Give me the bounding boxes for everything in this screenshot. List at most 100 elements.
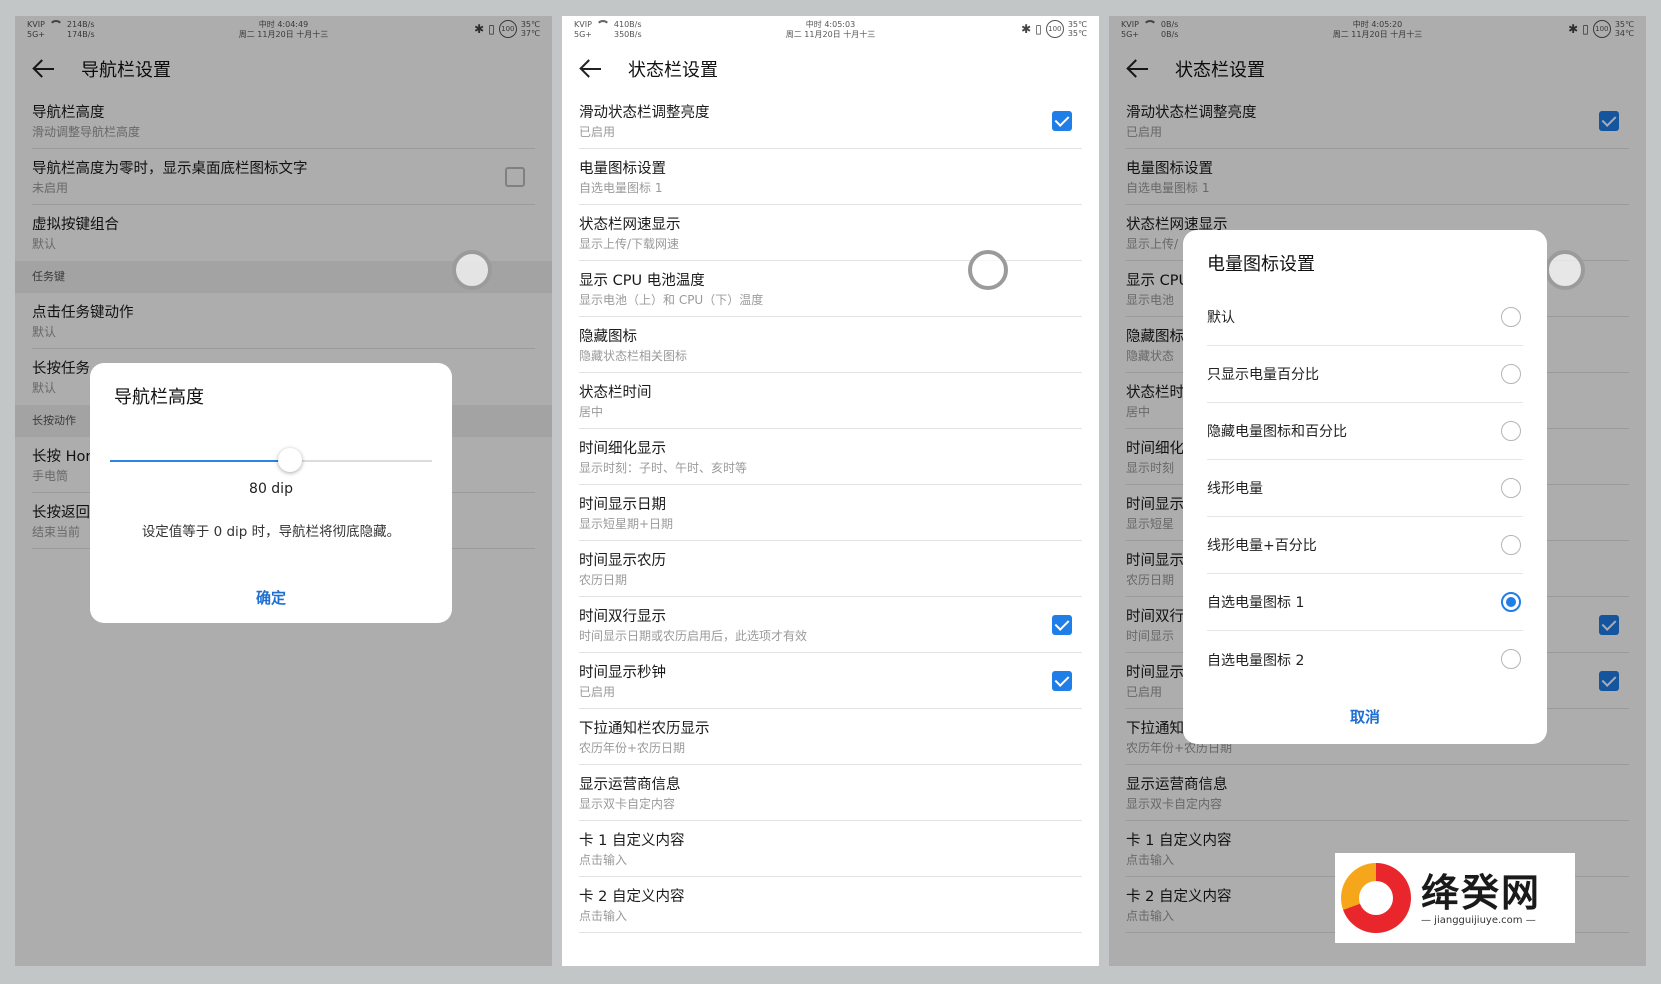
setting-row[interactable]: 显示运营商信息 显示双卡自定内容 (579, 765, 1082, 821)
setting-row[interactable]: 卡 1 自定义内容 点击输入 (579, 821, 1082, 877)
touch-indicator (452, 250, 492, 290)
slider-value-label: 80 dip (249, 481, 293, 497)
back-arrow-icon[interactable] (580, 59, 602, 79)
dialog-title: 导航栏高度 (114, 387, 204, 408)
dialog-note: 设定值等于 0 dip 时，导航栏将彻底隐藏。 (141, 524, 401, 540)
setting-row[interactable]: 隐藏图标隐藏状态栏相关图标 (579, 317, 1082, 373)
setting-subtitle: 隐藏状态栏相关图标 (579, 349, 688, 363)
battery-option[interactable]: 只显示电量百分比 (1207, 346, 1523, 403)
settings-list: 滑动状态栏调整亮度 已启用 电量图标设置 自选电量图标 1 状态栏网速显示 显示上传/下载… (562, 93, 1099, 933)
navbar-settings-screen: KVIP 214B/s 5G+ 174B/s 中时 4:04:49 周二 11月20… (15, 16, 552, 966)
setting-row[interactable]: 时间显示秒钟 已启用 (579, 653, 1082, 709)
battery-option-label: 线形电量+百分比 (1207, 538, 1317, 554)
statusbar-settings-screen: KVIP 410B/s 5G+ 350B/s 中时 4:05:03 周二 11月20… (562, 16, 1099, 966)
app-bar: 状态栏设置 (562, 45, 1099, 93)
setting-row[interactable]: 滑动状态栏调整亮度 已启用 (579, 93, 1082, 149)
setting-subtitle: 自选电量图标 1 (579, 181, 663, 195)
setting-title: 卡 2 自定义内容 (579, 889, 685, 905)
site-logo-icon (1341, 863, 1411, 933)
slider-fill (110, 460, 291, 462)
bluetooth-icon: ✱ (1021, 22, 1032, 36)
touch-indicator (968, 250, 1008, 290)
battery-option-label: 默认 (1207, 310, 1235, 326)
status-bar: KVIP 410B/s 5G+ 350B/s 中时 4:05:03 周二 11月20… (562, 16, 1099, 45)
setting-title: 状态栏时间 (579, 385, 652, 401)
battery-option[interactable]: 默认 (1207, 289, 1523, 346)
battery-icon-dialog: 电量图标设置 默认只显示电量百分比隐藏电量图标和百分比 线形电量线形电量+百分比自… (1183, 230, 1547, 744)
page-title: 状态栏设置 (628, 60, 718, 81)
battery-option-label: 只显示电量百分比 (1207, 367, 1319, 383)
battery-option[interactable]: 隐藏电量图标和百分比 (1207, 403, 1523, 460)
setting-row[interactable]: 时间细化显示显示时刻：子时、午时、亥时等 (579, 429, 1082, 485)
radio-button[interactable] (1501, 478, 1521, 498)
setting-subtitle: 居中 (579, 405, 604, 419)
setting-title: 时间细化显示 (579, 441, 666, 457)
setting-title: 状态栏网速显示 (579, 217, 681, 233)
setting-subtitle: 显示上传/下载网速 (579, 237, 680, 251)
setting-row[interactable]: 状态栏网速显示 显示上传/下载网速 (579, 205, 1082, 261)
dialog-title: 电量图标设置 (1207, 254, 1315, 275)
touch-indicator (1545, 250, 1585, 290)
battery-options-list: 默认只显示电量百分比隐藏电量图标和百分比 线形电量线形电量+百分比 自选电量图标 1… (1183, 289, 1547, 688)
setting-checkbox[interactable] (1052, 671, 1072, 691)
site-watermark: 绛癸网 — jiangguijiuye.com — (1335, 853, 1575, 943)
radio-button[interactable] (1501, 307, 1521, 327)
confirm-button[interactable]: 确定 (90, 587, 452, 608)
setting-title: 下拉通知栏农历显示 (579, 721, 710, 737)
setting-subtitle: 显示双卡自定内容 (579, 797, 676, 811)
battery-icon: 100 (1045, 20, 1064, 38)
setting-title: 电量图标设置 (579, 161, 666, 177)
battery-option-label: 自选电量图标 1 (1207, 595, 1305, 611)
radio-button[interactable] (1501, 535, 1521, 555)
battery-option-label: 自选电量图标 2 (1207, 652, 1305, 669)
setting-subtitle: 显示短星期+日期 (579, 517, 674, 531)
setting-row[interactable]: 时间显示农历 农历日期 (579, 541, 1082, 597)
setting-checkbox[interactable] (1052, 111, 1072, 131)
vibrate-icon: ▯ (1035, 22, 1042, 36)
setting-row[interactable]: 电量图标设置 自选电量图标 1 (579, 149, 1082, 205)
setting-subtitle: 时间显示日期或农历启用后，此选项才有效 (579, 629, 808, 643)
clock: 4:05:03 (824, 20, 856, 29)
setting-title: 显示运营商信息 (579, 777, 681, 793)
setting-subtitle: 点击输入 (579, 909, 628, 923)
setting-subtitle: 已启用 (579, 685, 616, 699)
radio-button[interactable] (1501, 364, 1521, 384)
cpu-temp: 35℃ (1067, 29, 1087, 38)
setting-row[interactable]: 状态栏时间 居中 (579, 373, 1082, 429)
slider-thumb[interactable] (278, 448, 303, 472)
setting-title: 隐藏图标 (579, 329, 637, 345)
setting-subtitle: 显示时刻：子时、午时、亥时等 (579, 461, 748, 475)
radio-button[interactable] (1501, 592, 1521, 612)
setting-subtitle: 农历日期 (579, 573, 628, 587)
setting-row[interactable]: 卡 2 自定义内容 点击输入 (579, 877, 1082, 933)
statusbar-settings-screen-dialog: KVIP 0B/s 5G+ 0B/s 中时 4:05:20 周二 11月20日 十月… (1109, 16, 1646, 966)
setting-subtitle: 点击输入 (579, 853, 628, 867)
time-prefix: 中时 (805, 20, 822, 29)
battery-temp: 35℃ (1067, 20, 1087, 29)
setting-title: 时间显示秒钟 (579, 665, 666, 681)
battery-option[interactable]: 线形电量+百分比 (1207, 517, 1523, 574)
setting-row[interactable]: 下拉通知栏农历显示 农历年份+农历日期 (579, 709, 1082, 765)
site-url: — jiangguijiuye.com — (1421, 914, 1536, 926)
setting-title: 时间显示农历 (579, 553, 666, 569)
battery-option[interactable]: 自选电量图标 1 (1207, 574, 1523, 631)
cancel-button[interactable]: 取消 (1183, 706, 1547, 727)
setting-row[interactable]: 时间双行显示时间显示日期或农历启用后，此选项才有效 (579, 597, 1082, 653)
setting-title: 时间双行显示 (579, 609, 666, 625)
navbar-height-slider[interactable] (110, 448, 432, 472)
setting-subtitle: 已启用 (579, 125, 616, 139)
navbar-height-dialog: 导航栏高度 80 dip 设定值等于 0 dip 时，导航栏将彻底隐藏。 确定 (90, 363, 452, 623)
battery-option-label: 线形电量 (1207, 481, 1263, 497)
setting-checkbox[interactable] (1052, 615, 1072, 635)
radio-button[interactable] (1501, 421, 1521, 441)
setting-title: 时间显示日期 (579, 497, 666, 513)
setting-title: 卡 1 自定义内容 (579, 833, 685, 849)
radio-button[interactable] (1501, 649, 1521, 669)
battery-option-label: 隐藏电量图标和百分比 (1207, 424, 1347, 440)
setting-row[interactable]: 时间显示日期 显示短星期+日期 (579, 485, 1082, 541)
setting-subtitle: 农历年份+农历日期 (579, 741, 686, 755)
battery-option[interactable]: 线形电量 (1207, 460, 1523, 517)
setting-title: 滑动状态栏调整亮度 (579, 105, 710, 121)
date-line: 周二 11月20日 十月十三 (785, 30, 876, 39)
battery-option[interactable]: 自选电量图标 2 (1207, 631, 1523, 688)
